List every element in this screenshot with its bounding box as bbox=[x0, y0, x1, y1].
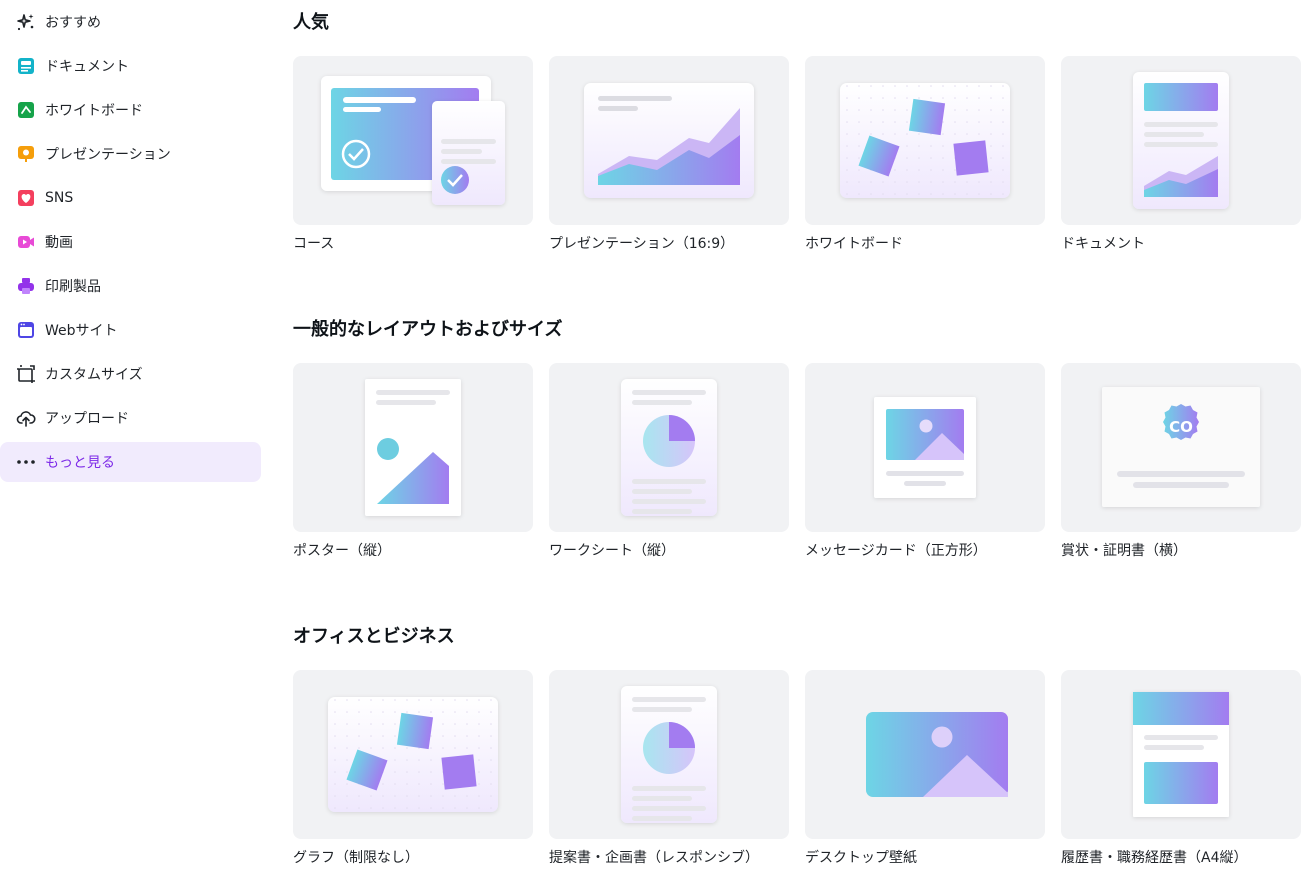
sidebar-item-6[interactable]: 印刷製品 bbox=[0, 266, 261, 306]
more-dots-icon bbox=[16, 452, 36, 472]
template-card-label: ドキュメント bbox=[1061, 236, 1145, 252]
template-card-label: 履歴書・職務経歴書（A4縦） bbox=[1061, 850, 1248, 866]
template-card-document[interactable]: ドキュメント bbox=[1061, 56, 1301, 252]
presentation-illustration bbox=[584, 83, 754, 198]
template-card-whiteboard[interactable]: グラフ（制限なし） bbox=[293, 670, 533, 866]
sidebar-item-0[interactable]: おすすめ bbox=[0, 2, 261, 42]
resume-illustration bbox=[1133, 692, 1229, 817]
template-card-label: プレゼンテーション（16:9） bbox=[549, 236, 735, 252]
template-card-certificate[interactable]: CO 賞状・証明書（横） bbox=[1061, 363, 1301, 559]
certificate-illustration: CO bbox=[1102, 387, 1260, 507]
sidebar-item-8[interactable]: カスタムサイズ bbox=[0, 354, 261, 394]
sidebar-item-10[interactable]: もっと見る bbox=[0, 442, 261, 482]
template-thumbnail bbox=[805, 670, 1045, 839]
template-card-course[interactable]: コース bbox=[293, 56, 533, 252]
certificate-badge-text: CO bbox=[1169, 418, 1193, 436]
whiteboard-illustration bbox=[840, 83, 1010, 198]
template-thumbnail bbox=[805, 363, 1045, 532]
template-card-whiteboard[interactable]: ホワイトボード bbox=[805, 56, 1045, 252]
sidebar-item-label: アップロード bbox=[45, 411, 129, 427]
template-card-label: ポスター（縦） bbox=[293, 543, 391, 559]
sidebar-item-3[interactable]: プレゼンテーション bbox=[0, 134, 261, 174]
section-title: オフィスとビジネス bbox=[293, 626, 455, 647]
section-title: 人気 bbox=[293, 12, 329, 33]
template-card-label: ホワイトボード bbox=[805, 236, 903, 252]
website-icon bbox=[16, 320, 36, 340]
template-thumbnail bbox=[293, 363, 533, 532]
category-sidebar: おすすめドキュメント ホワイトボードプレゼンテーション SNS 動画印刷製品 Webサイ… bbox=[0, 0, 270, 895]
template-thumbnail bbox=[1061, 56, 1301, 225]
upload-cloud-icon bbox=[16, 408, 36, 428]
template-card-card[interactable]: メッセージカード（正方形） bbox=[805, 363, 1045, 559]
template-thumbnail bbox=[293, 56, 533, 225]
template-card-worksheet[interactable]: ワークシート（縦） bbox=[549, 363, 789, 559]
printer-icon bbox=[16, 276, 36, 296]
presentation-icon bbox=[16, 144, 36, 164]
sidebar-item-label: おすすめ bbox=[45, 15, 101, 31]
sidebar-item-7[interactable]: Webサイト bbox=[0, 310, 261, 350]
sidebar-item-1[interactable]: ドキュメント bbox=[0, 46, 261, 86]
sidebar-item-label: ホワイトボード bbox=[45, 103, 143, 119]
sparkle-icon bbox=[16, 12, 36, 32]
template-card-label: 提案書・企画書（レスポンシブ） bbox=[549, 850, 759, 866]
custom-size-icon bbox=[16, 364, 36, 384]
template-card-label: ワークシート（縦） bbox=[549, 543, 675, 559]
sidebar-item-label: 動画 bbox=[45, 235, 73, 251]
wallpaper-illustration bbox=[866, 712, 1008, 797]
template-card-poster[interactable]: ポスター（縦） bbox=[293, 363, 533, 559]
template-card-label: グラフ（制限なし） bbox=[293, 850, 419, 866]
sidebar-item-label: プレゼンテーション bbox=[45, 147, 171, 163]
template-thumbnail bbox=[549, 56, 789, 225]
sidebar-item-9[interactable]: アップロード bbox=[0, 398, 261, 438]
sidebar-item-2[interactable]: ホワイトボード bbox=[0, 90, 261, 130]
template-card-wallpaper[interactable]: デスクトップ壁紙 bbox=[805, 670, 1045, 866]
heart-icon bbox=[16, 188, 36, 208]
template-thumbnail: CO bbox=[1061, 363, 1301, 532]
poster-illustration bbox=[365, 379, 461, 516]
template-thumbnail bbox=[549, 363, 789, 532]
worksheet-illustration bbox=[621, 379, 717, 516]
sidebar-item-5[interactable]: 動画 bbox=[0, 222, 261, 262]
whiteboard-illustration bbox=[328, 697, 498, 812]
card-illustration bbox=[874, 397, 976, 498]
sidebar-item-label: Webサイト bbox=[45, 323, 118, 339]
section-title: 一般的なレイアウトおよびサイズ bbox=[293, 319, 563, 340]
template-card-worksheet[interactable]: 提案書・企画書（レスポンシブ） bbox=[549, 670, 789, 866]
document-illustration bbox=[1133, 72, 1229, 209]
template-card-presentation[interactable]: プレゼンテーション（16:9） bbox=[549, 56, 789, 252]
template-card-label: コース bbox=[293, 236, 335, 252]
template-thumbnail bbox=[549, 670, 789, 839]
template-thumbnail bbox=[293, 670, 533, 839]
worksheet-illustration bbox=[621, 686, 717, 823]
template-card-label: メッセージカード（正方形） bbox=[805, 543, 987, 559]
sidebar-item-label: ドキュメント bbox=[45, 59, 129, 75]
sidebar-item-label: 印刷製品 bbox=[45, 279, 101, 295]
template-thumbnail bbox=[805, 56, 1045, 225]
video-icon bbox=[16, 232, 36, 252]
sidebar-item-label: SNS bbox=[45, 190, 74, 206]
template-card-label: 賞状・証明書（横） bbox=[1061, 543, 1187, 559]
sidebar-item-4[interactable]: SNS bbox=[0, 178, 261, 218]
template-gallery: 人気 コース プレゼンテーション（16:9） ホワイトボード ドキュメント 一般… bbox=[293, 0, 1310, 895]
template-thumbnail bbox=[1061, 670, 1301, 839]
document-icon bbox=[16, 56, 36, 76]
template-card-label: デスクトップ壁紙 bbox=[805, 850, 917, 866]
sidebar-item-label: もっと見る bbox=[45, 455, 115, 471]
sidebar-item-label: カスタムサイズ bbox=[45, 367, 143, 383]
whiteboard-icon bbox=[16, 100, 36, 120]
template-card-resume[interactable]: 履歴書・職務経歴書（A4縦） bbox=[1061, 670, 1301, 866]
course-illustration bbox=[321, 76, 505, 205]
